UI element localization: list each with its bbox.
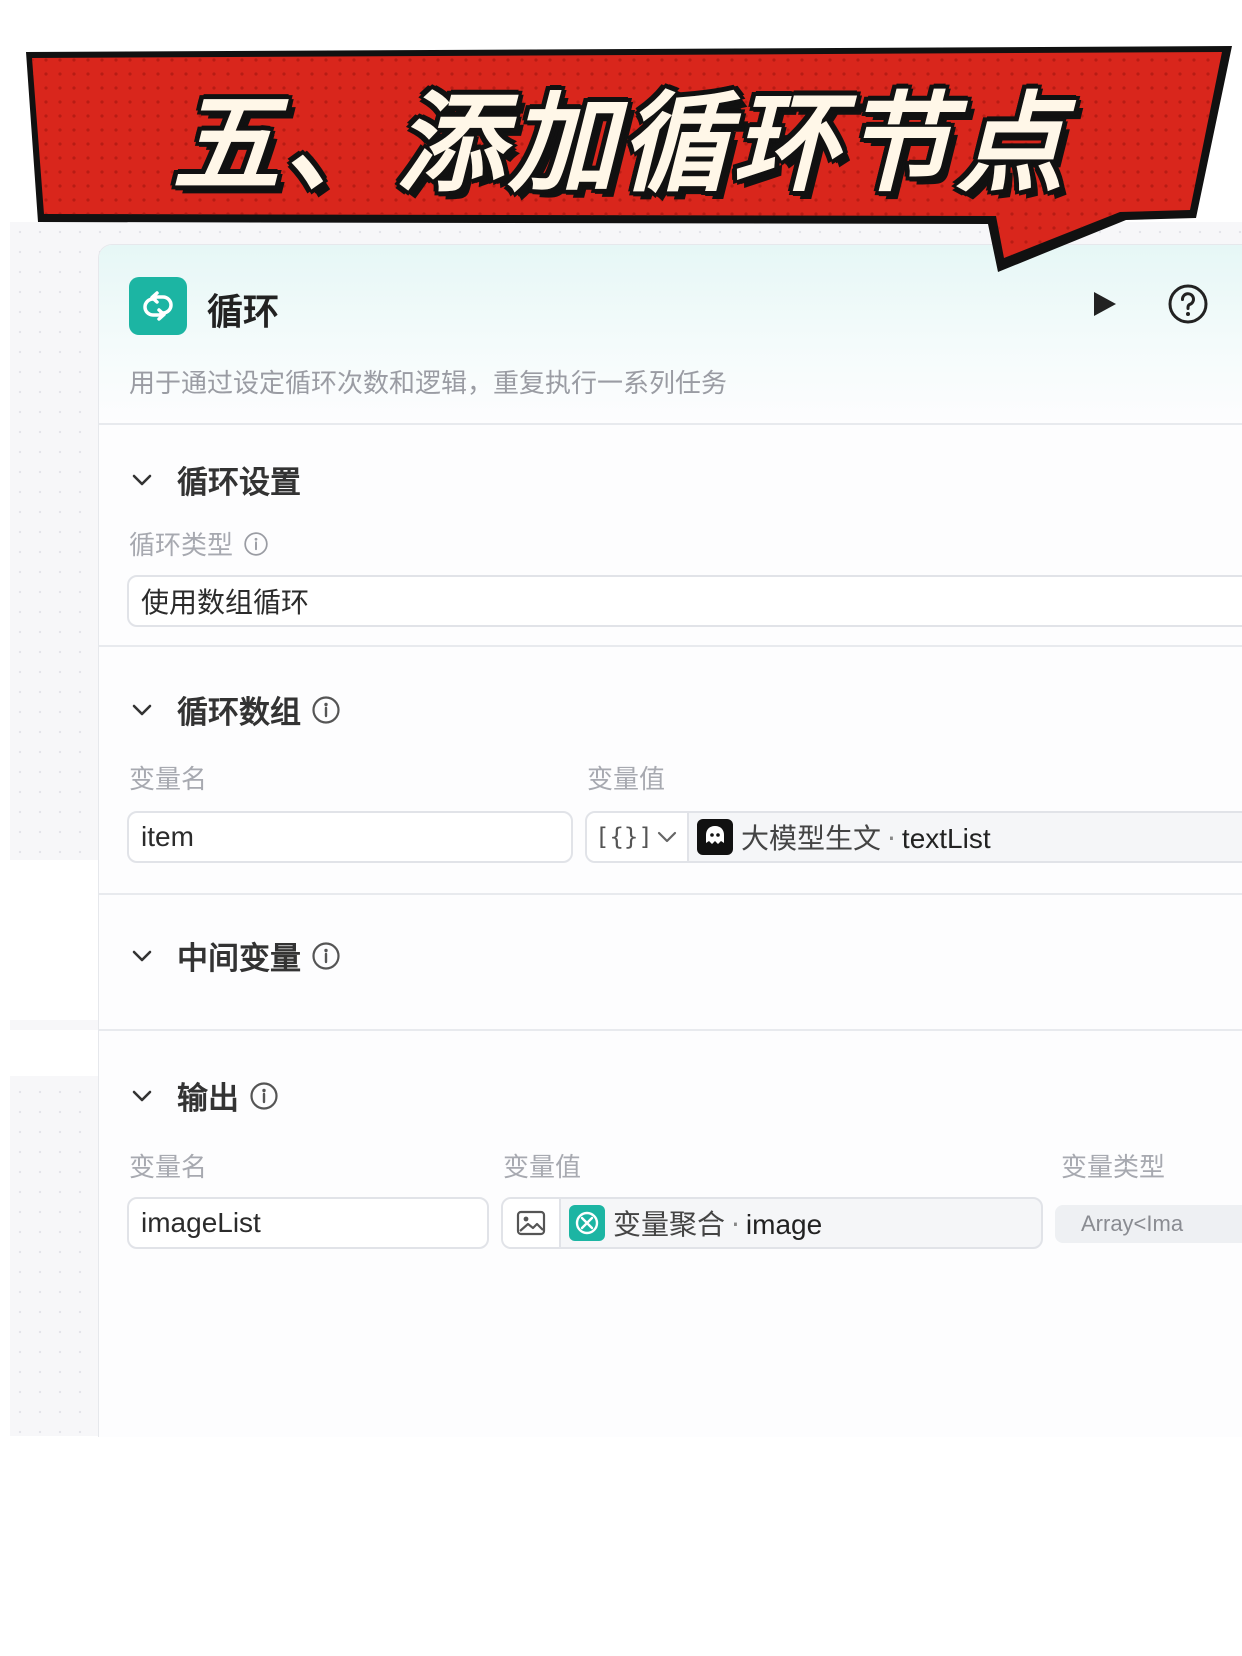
chevron-down-icon — [657, 831, 677, 843]
node-description: 用于通过设定循环次数和逻辑，重复执行一系列任务 — [129, 369, 728, 399]
section-title: 循环数组 — [177, 695, 301, 731]
loop-settings-section: 循环设置 循环类型 使用数组循环 — [99, 425, 1242, 647]
output-var-type-tag: Array<Ima — [1055, 1205, 1242, 1243]
chevron-down-icon — [132, 704, 152, 715]
chevron-down-icon — [132, 1090, 152, 1101]
intermediate-toggle[interactable]: 中间变量 — [129, 933, 341, 978]
col-var-type: 变量类型 — [1061, 1153, 1166, 1183]
loop-type-label-text: 循环类型 — [129, 531, 234, 561]
loop-settings-toggle[interactable]: 循环设置 — [129, 457, 301, 502]
info-icon[interactable] — [311, 941, 341, 971]
ref-type-select[interactable] — [503, 1199, 561, 1247]
ref-label: 变量聚合 · image — [613, 1203, 822, 1243]
ref-source-node: 变量聚合 — [613, 1208, 726, 1241]
loop-array-toggle[interactable]: 循环数组 — [129, 687, 341, 732]
variable-merge-icon — [569, 1205, 605, 1241]
output-var-value-ref[interactable]: 变量聚合 · image — [501, 1197, 1043, 1249]
section-title: 循环设置 — [177, 465, 301, 501]
ref-variable: textList — [901, 823, 991, 854]
node-title: 循环 — [207, 292, 280, 333]
ref-separator: · — [731, 1208, 740, 1241]
ref-label: 大模型生文 · textList — [741, 817, 991, 857]
section-title: 输出 — [177, 1081, 239, 1117]
section-title: 中间变量 — [177, 941, 301, 977]
ref-type-select[interactable]: [{}] — [587, 813, 689, 861]
output-section: 输出 变量名 变量值 变量类型 imageList 变量聚合 · image Arr… — [99, 1031, 1242, 1431]
intermediate-section: 中间变量 — [99, 895, 1242, 1031]
info-icon[interactable] — [243, 531, 269, 557]
image-icon — [516, 1210, 546, 1236]
info-icon[interactable] — [311, 695, 341, 725]
loop-type-label: 循环类型 — [129, 525, 269, 562]
col-var-name: 变量名 — [129, 1153, 208, 1183]
output-var-name-input[interactable]: imageList — [127, 1197, 489, 1249]
output-toggle[interactable]: 输出 — [129, 1073, 279, 1118]
col-var-value: 变量值 — [587, 765, 666, 795]
canvas-node-fragment — [10, 1030, 100, 1076]
loop-type-select[interactable]: 使用数组循环 — [127, 575, 1242, 627]
play-icon[interactable] — [1089, 289, 1119, 319]
loop-node-panel: 循环 用于通过设定循环次数和逻辑，重复执行一系列任务 循环设置 循环类型 使用数… — [98, 244, 1242, 1437]
ref-source-node: 大模型生文 — [741, 822, 882, 855]
array-type-icon: [{}] — [595, 823, 653, 851]
loop-array-section: 循环数组 变量名 变量值 item [{}] 大模型生文 · textList — [99, 647, 1242, 895]
ref-variable: image — [745, 1209, 823, 1240]
llm-node-icon — [697, 819, 733, 855]
ref-separator: · — [887, 822, 896, 855]
info-icon[interactable] — [249, 1081, 279, 1111]
banner-title: 五、添加循环节点 — [171, 82, 1068, 207]
col-var-name: 变量名 — [129, 765, 208, 795]
loop-var-value-ref[interactable]: [{}] 大模型生文 · textList — [585, 811, 1242, 863]
chevron-down-icon — [132, 474, 152, 485]
loop-var-name-input[interactable]: item — [127, 811, 573, 863]
chevron-down-icon — [132, 950, 152, 961]
title-banner: 五、添加循环节点 — [0, 0, 1242, 290]
col-var-value: 变量值 — [503, 1153, 582, 1183]
canvas-node-fragment — [10, 860, 100, 1020]
